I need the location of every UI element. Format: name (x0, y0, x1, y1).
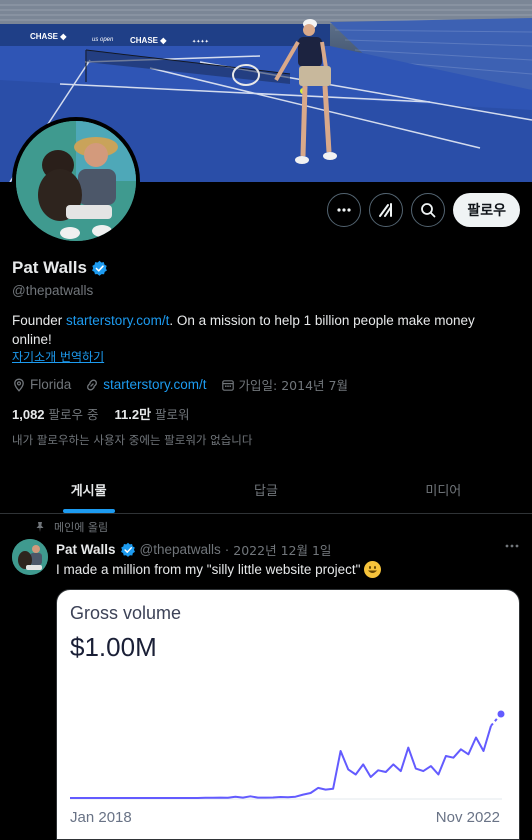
search-icon[interactable] (411, 193, 446, 227)
profile-handle: @thepatwalls (12, 283, 94, 298)
tab-replies[interactable]: 답글 (177, 466, 354, 513)
joined-text: 가입일: 2014년 7월 (238, 378, 348, 393)
chart-plot (70, 710, 505, 800)
translate-bio-link[interactable]: 자기소개 번역하기 (12, 348, 104, 365)
location-text: Florida (30, 377, 72, 392)
profile-bio: Founder starterstory.com/t. On a mission… (12, 311, 512, 349)
location-item: Florida (12, 377, 71, 392)
pin-icon (36, 522, 44, 532)
followers-label: 팔로워 (155, 407, 190, 422)
post-separator: · (224, 542, 230, 557)
post-text: I made a million from my "silly little w… (56, 561, 382, 578)
profile-tabs: 게시물 답글 미디어 (0, 466, 532, 514)
grok-icon[interactable] (369, 193, 404, 227)
follow-button[interactable]: 팔로우 (453, 193, 520, 227)
svg-text:CHASE ◆: CHASE ◆ (30, 32, 67, 41)
post-more-icon[interactable] (504, 538, 520, 559)
post-body: I made a million from my "silly little w… (56, 562, 361, 577)
calendar-icon (221, 379, 234, 391)
website-item[interactable]: starterstory.com/t (85, 377, 207, 392)
svg-text:✦✦✦✦: ✦✦✦✦ (192, 39, 209, 45)
more-icon[interactable] (327, 193, 362, 227)
bio-link[interactable]: starterstory.com/t (66, 313, 169, 328)
post-author-handle[interactable]: @thepatwalls (140, 542, 221, 557)
joined-item: 가입일: 2014년 7월 (221, 375, 348, 394)
verified-badge-icon[interactable] (91, 260, 108, 277)
x-start-label: Jan 2018 (70, 809, 132, 826)
pinned-label: 메인에 올림 (54, 521, 109, 534)
avatar-image (16, 121, 136, 241)
post-date[interactable]: 2022년 12월 1일 (233, 540, 331, 559)
verified-badge-icon[interactable] (120, 542, 136, 558)
pinned-indicator: 메인에 올림 (34, 519, 108, 535)
profile-meta: Florida starterstory.com/t 가입일: 2014년 7월 (12, 375, 348, 394)
post-author-avatar[interactable] (12, 539, 48, 575)
followers-count: 11.2만 (114, 407, 152, 422)
svg-text:us open: us open (92, 37, 114, 43)
location-icon (14, 378, 24, 392)
following-label: 팔로우 중 (48, 407, 99, 422)
followers-link[interactable]: 11.2만 팔로워 (115, 404, 190, 423)
x-end-label: Nov 2022 (435, 809, 500, 826)
follow-counts: 1,082 팔로우 중 11.2만 팔로워 (12, 404, 190, 423)
profile-actions: 팔로우 (327, 193, 520, 227)
grinning-face-icon (364, 561, 382, 578)
following-link[interactable]: 1,082 팔로우 중 (12, 404, 99, 423)
tab-posts[interactable]: 게시물 (0, 466, 177, 513)
mutual-followers-note: 내가 팔로우하는 사용자 중에는 팔로워가 없습니다 (12, 433, 253, 447)
bio-prefix: Founder (12, 313, 67, 328)
svg-text:CHASE ◆: CHASE ◆ (130, 36, 167, 45)
tab-media[interactable]: 미디어 (355, 466, 532, 513)
end-point (497, 710, 505, 718)
post-media-chart[interactable]: Gross volume $1.00M Jan 2018 Nov 2022 (56, 589, 520, 840)
website-link[interactable]: starterstory.com/t (103, 377, 206, 392)
series-line (70, 725, 492, 799)
link-icon (87, 379, 98, 390)
profile-avatar[interactable] (12, 117, 140, 245)
post-author-name[interactable]: Pat Walls (56, 542, 116, 557)
profile-name-row: Pat Walls (12, 258, 108, 278)
post-header: Pat Walls @thepatwalls · 2022년 12월 1일 (56, 540, 331, 559)
profile-name: Pat Walls (12, 258, 87, 277)
following-count: 1,082 (12, 407, 45, 422)
